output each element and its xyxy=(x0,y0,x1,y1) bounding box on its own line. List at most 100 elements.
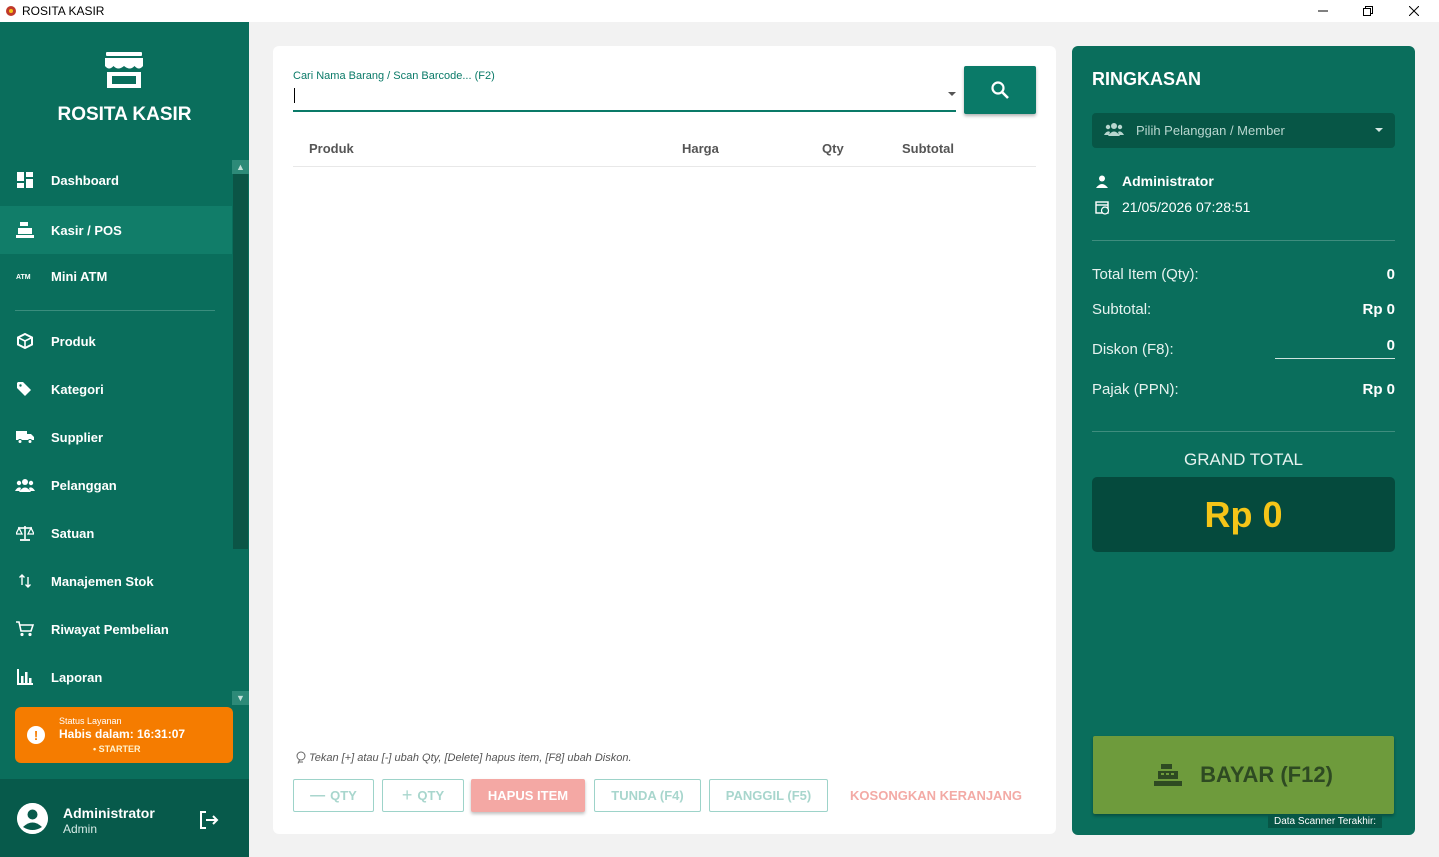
pay-label: BAYAR (F12) xyxy=(1200,762,1333,787)
total-item-label: Total Item (Qty): xyxy=(1092,266,1199,283)
recall-button[interactable]: PANGGIL (F5) xyxy=(709,779,828,812)
hint-text: Tekan [+] atau [-] ubah Qty, [Delete] ha… xyxy=(309,751,632,764)
sidebar-item-kategori[interactable]: Kategori xyxy=(0,365,232,413)
sidebar-item-label: Mini ATM xyxy=(51,268,108,284)
tax-value: Rp 0 xyxy=(1362,381,1395,398)
logout-icon[interactable] xyxy=(197,808,221,832)
tags-icon xyxy=(15,379,35,399)
sidebar-item-dashboard[interactable]: Dashboard xyxy=(0,156,232,204)
summary-divider xyxy=(1092,240,1395,241)
scale-icon xyxy=(15,523,35,543)
tax-label: Pajak (PPN): xyxy=(1092,381,1179,398)
minimize-icon xyxy=(1318,10,1328,12)
service-status-card: ! Status Layanan Habis dalam: 16:31:07 •… xyxy=(15,707,233,763)
user-name: Administrator xyxy=(63,805,155,821)
sidebar-item-label: Supplier xyxy=(51,429,104,445)
sidebar-item-mini-atm[interactable]: ATM Mini ATM xyxy=(0,252,232,300)
close-button[interactable] xyxy=(1391,0,1437,22)
search-button[interactable] xyxy=(964,66,1036,114)
sidebar-item-pelanggan[interactable]: Pelanggan xyxy=(0,461,232,509)
restore-icon xyxy=(1363,6,1373,16)
window-title: ROSITA KASIR xyxy=(22,4,105,18)
scroll-down-button[interactable]: ▼ xyxy=(232,691,249,705)
cart-panel: Cari Nama Barang / Scan Barcode... (F2) … xyxy=(273,46,1056,834)
sidebar-item-kasir-pos[interactable]: Kasir / POS xyxy=(0,206,232,254)
cash-register-icon xyxy=(15,220,35,240)
datetime-row: 21/05/2026 07:28:51 xyxy=(1094,199,1250,215)
status-plan: • STARTER xyxy=(93,744,141,754)
scanner-status: Data Scanner Terakhir: xyxy=(1268,815,1383,828)
chevron-down-icon[interactable] xyxy=(948,92,956,96)
grand-total-value: Rp 0 xyxy=(1092,477,1395,552)
arrow-down-icon: ▼ xyxy=(236,693,245,703)
sidebar-item-label: Kategori xyxy=(51,381,104,397)
atm-icon: ATM xyxy=(15,266,35,286)
sidebar-item-label: Laporan xyxy=(51,669,103,685)
sidebar-item-satuan[interactable]: Satuan xyxy=(0,509,232,557)
member-placeholder: Pilih Pelanggan / Member xyxy=(1136,123,1285,138)
summary-title: RINGKASAN xyxy=(1092,69,1202,89)
cashier-row: Administrator xyxy=(1094,173,1214,189)
member-select[interactable]: Pilih Pelanggan / Member xyxy=(1092,113,1395,148)
discount-input[interactable]: 0 xyxy=(1275,337,1395,359)
box-icon xyxy=(15,331,35,351)
user-profile-bar: Administrator Admin xyxy=(0,779,249,857)
cart-table-header: Produk Harga Qty Subtotal xyxy=(293,133,1036,167)
arrow-up-icon: ▲ xyxy=(236,162,245,172)
status-expiry: Habis dalam: 16:31:07 xyxy=(59,727,186,741)
column-header-produk: Produk xyxy=(309,141,354,156)
cashier-name: Administrator xyxy=(1122,173,1214,189)
minimize-button[interactable] xyxy=(1300,0,1346,22)
dashboard-icon xyxy=(15,170,35,190)
users-icon xyxy=(15,475,35,495)
column-header-qty: Qty xyxy=(822,141,844,156)
total-item-value: 0 xyxy=(1386,266,1395,283)
subtotal-label: Subtotal: xyxy=(1092,301,1152,318)
clear-cart-button[interactable]: KOSONGKAN KERANJANG xyxy=(843,779,1029,812)
sidebar-item-produk[interactable]: Produk xyxy=(0,317,232,365)
lightbulb-icon xyxy=(296,751,306,764)
delete-item-button[interactable]: HAPUS ITEM xyxy=(471,779,585,812)
status-caption: Status Layanan xyxy=(59,716,122,726)
window-titlebar: ROSITA KASIR xyxy=(0,0,1439,22)
qty-plus-button[interactable]: + QTY xyxy=(382,779,464,812)
search-input[interactable] xyxy=(293,84,956,112)
subtotal-value: Rp 0 xyxy=(1362,301,1395,318)
sidebar-item-supplier[interactable]: Supplier xyxy=(0,413,232,461)
sidebar-scroll-thumb[interactable] xyxy=(233,172,248,549)
pay-button[interactable]: BAYAR (F12) xyxy=(1093,736,1394,814)
svg-text:ATM: ATM xyxy=(16,274,31,280)
avatar xyxy=(17,803,48,834)
cart-icon xyxy=(15,619,35,639)
discount-label: Diskon (F8): xyxy=(1092,341,1174,358)
minus-icon: — xyxy=(310,787,326,804)
qty-plus-label: QTY xyxy=(417,788,445,803)
sidebar-item-label: Produk xyxy=(51,333,96,349)
calendar-clock-icon xyxy=(1094,199,1110,215)
grand-total-label: GRAND TOTAL xyxy=(1183,450,1304,469)
scroll-up-button[interactable]: ▲ xyxy=(232,160,249,174)
sidebar-item-riwayat-pembelian[interactable]: Riwayat Pembelian xyxy=(0,605,232,653)
users-icon xyxy=(1104,123,1124,136)
chevron-down-icon xyxy=(1375,128,1383,132)
sidebar-item-label: Manajemen Stok xyxy=(51,573,154,589)
close-icon xyxy=(1409,6,1419,16)
truck-icon xyxy=(15,427,35,447)
store-icon xyxy=(105,52,143,88)
sidebar: ROSITA KASIR Dashboard Kasir / POS ATM M… xyxy=(0,22,249,857)
sidebar-item-laporan[interactable]: Laporan xyxy=(0,653,232,701)
restore-button[interactable] xyxy=(1345,0,1391,22)
sidebar-item-label: Kasir / POS xyxy=(51,222,122,238)
qty-minus-button[interactable]: — QTY xyxy=(293,779,374,812)
sidebar-item-manajemen-stok[interactable]: Manajemen Stok xyxy=(0,557,232,605)
alert-icon: ! xyxy=(27,726,45,744)
keyboard-hint: Tekan [+] atau [-] ubah Qty, [Delete] ha… xyxy=(295,751,632,764)
summary-panel: RINGKASAN Pilih Pelanggan / Member Admin… xyxy=(1072,46,1415,835)
sidebar-divider xyxy=(15,310,215,311)
text-caret xyxy=(294,88,295,103)
hold-button[interactable]: TUNDA (F4) xyxy=(594,779,701,812)
search-icon xyxy=(991,81,1009,99)
brand-name: ROSITA KASIR xyxy=(57,104,192,125)
sidebar-item-label: Pelanggan xyxy=(51,477,117,493)
column-header-harga: Harga xyxy=(682,141,719,156)
